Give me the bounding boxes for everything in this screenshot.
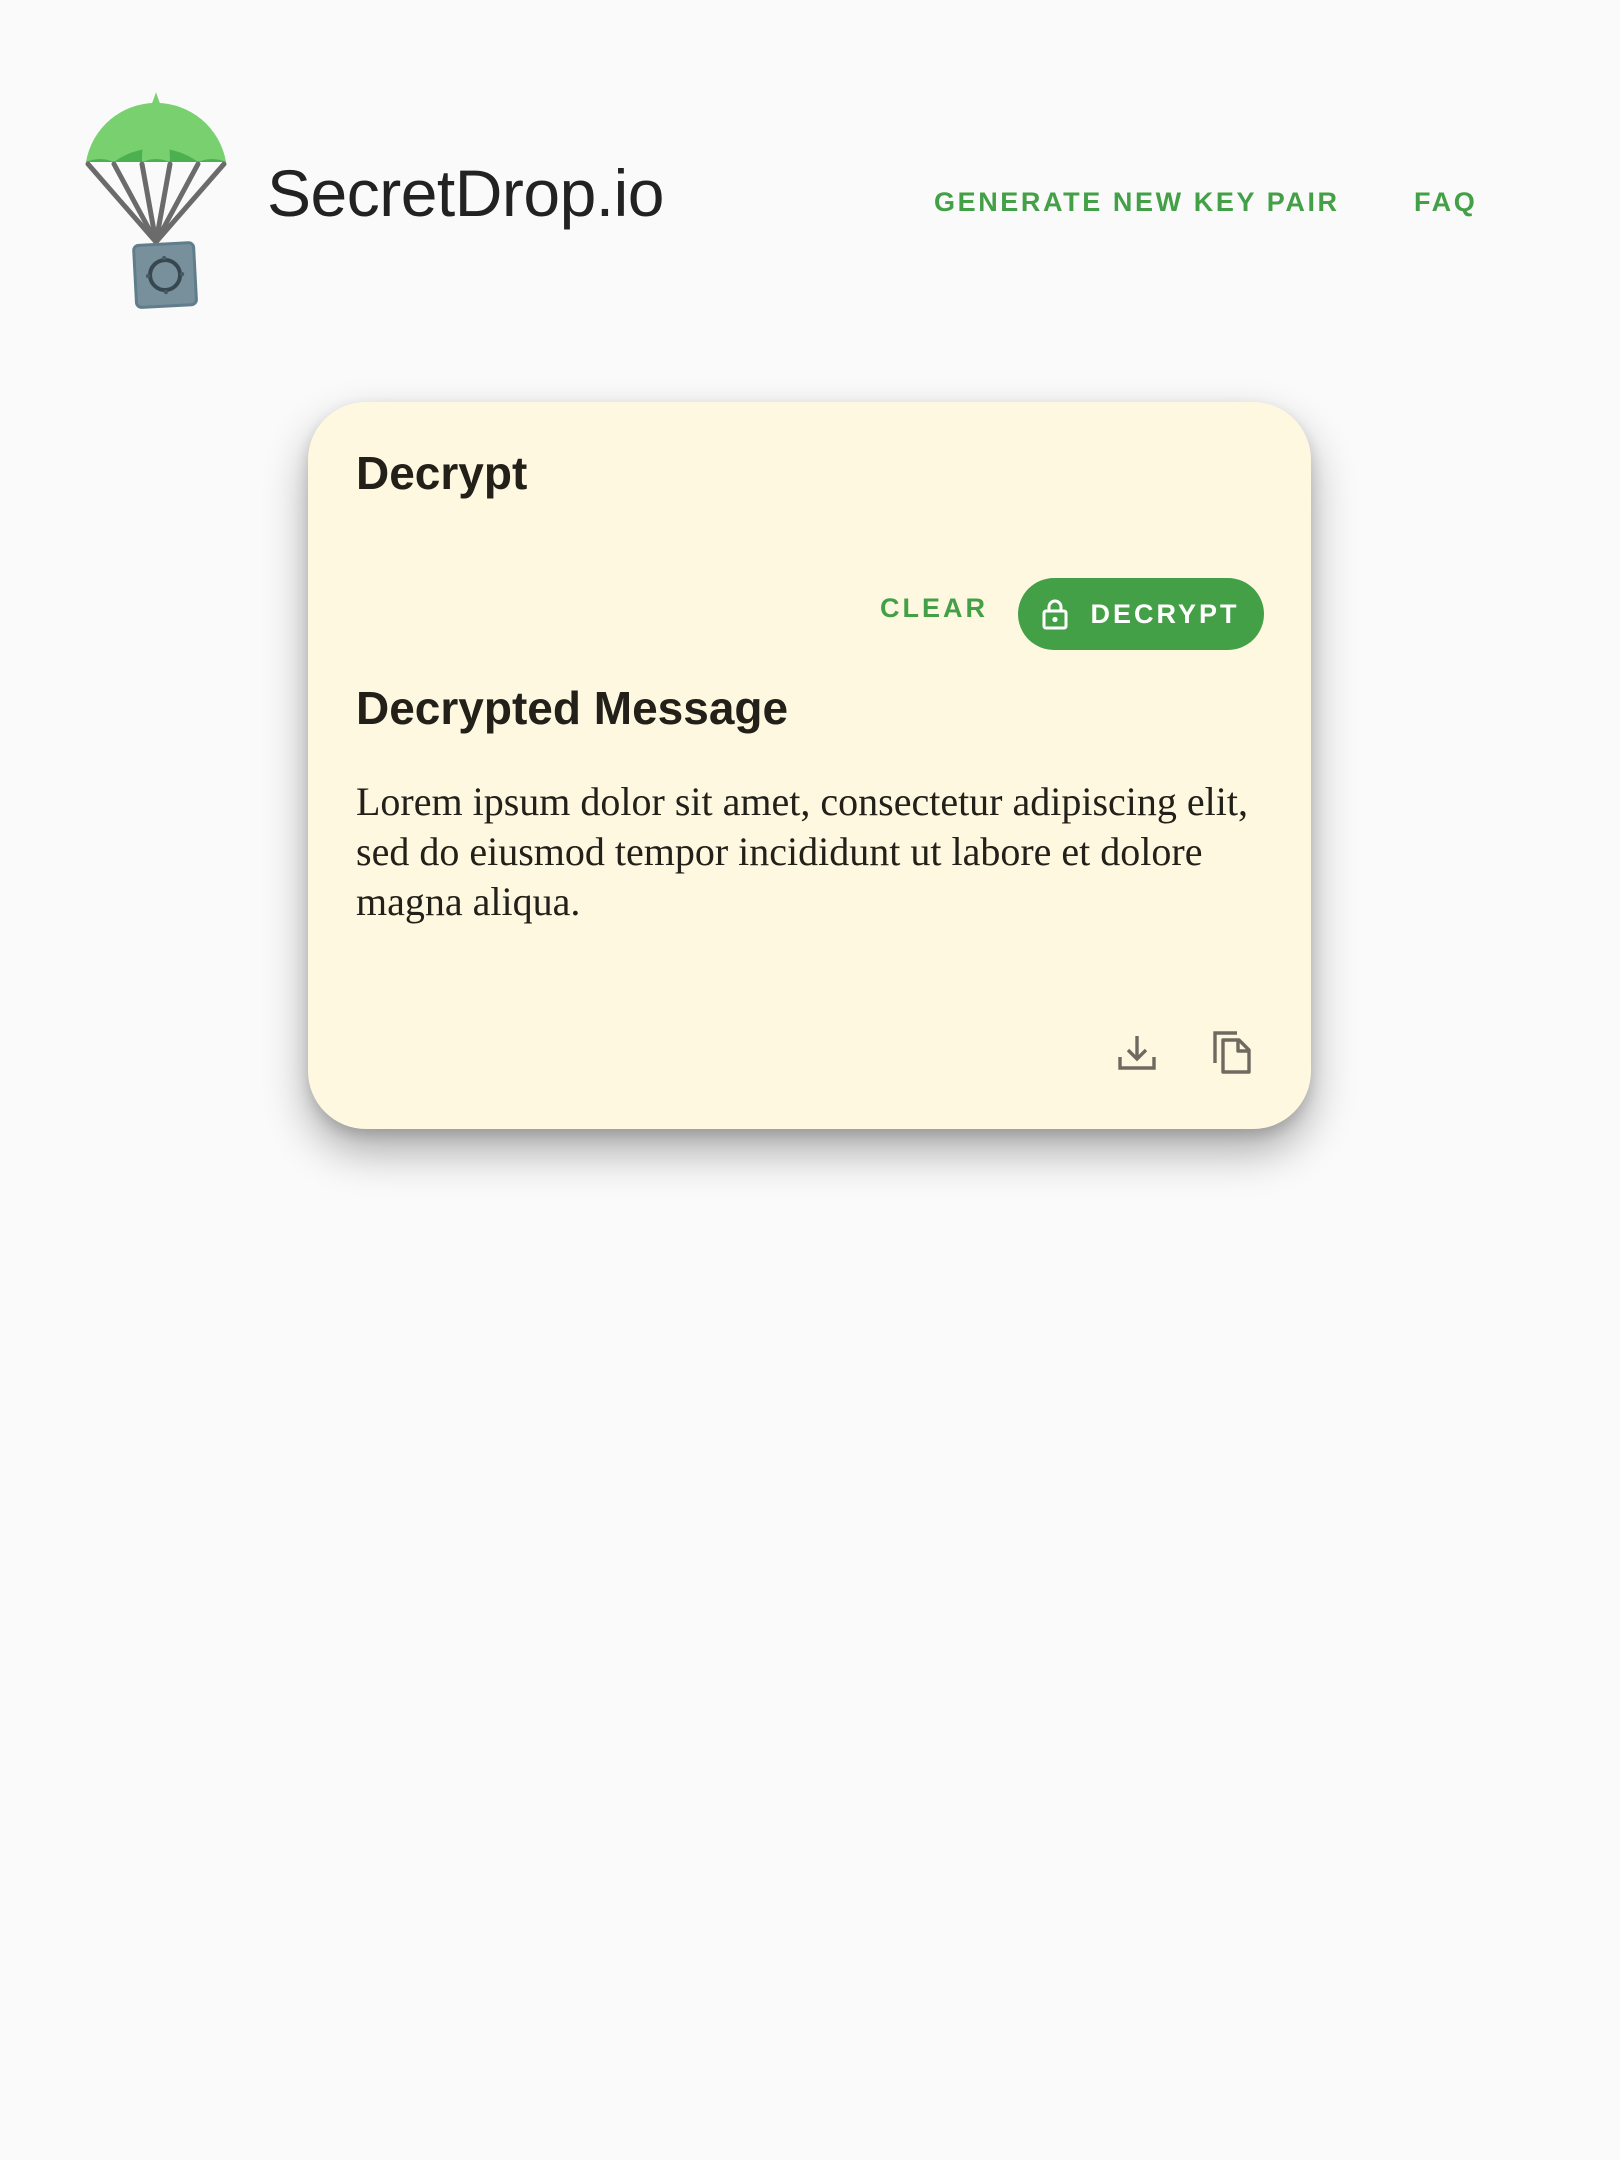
download-icon (1116, 1031, 1158, 1073)
generate-key-pair-link[interactable]: GENERATE NEW KEY PAIR (934, 184, 1340, 220)
download-button[interactable] (1107, 1022, 1167, 1082)
decrypt-card: Decrypt CLEAR DECRYPT Decrypted Message … (308, 402, 1311, 1129)
faq-link[interactable]: FAQ (1414, 184, 1477, 220)
lock-icon (1042, 598, 1068, 630)
decrypt-button[interactable]: DECRYPT (1018, 578, 1264, 650)
top-nav: GENERATE NEW KEY PAIR FAQ (0, 184, 1620, 224)
decrypted-message-text: Lorem ipsum dolor sit amet, consectetur … (356, 779, 1249, 924)
copy-icon (1211, 1029, 1253, 1075)
decrypt-button-label: DECRYPT (1090, 598, 1240, 629)
copy-button[interactable] (1202, 1022, 1262, 1082)
clear-button[interactable]: CLEAR (856, 578, 1012, 638)
decrypted-message-title: Decrypted Message (356, 682, 789, 734)
card-title: Decrypt (356, 447, 528, 499)
